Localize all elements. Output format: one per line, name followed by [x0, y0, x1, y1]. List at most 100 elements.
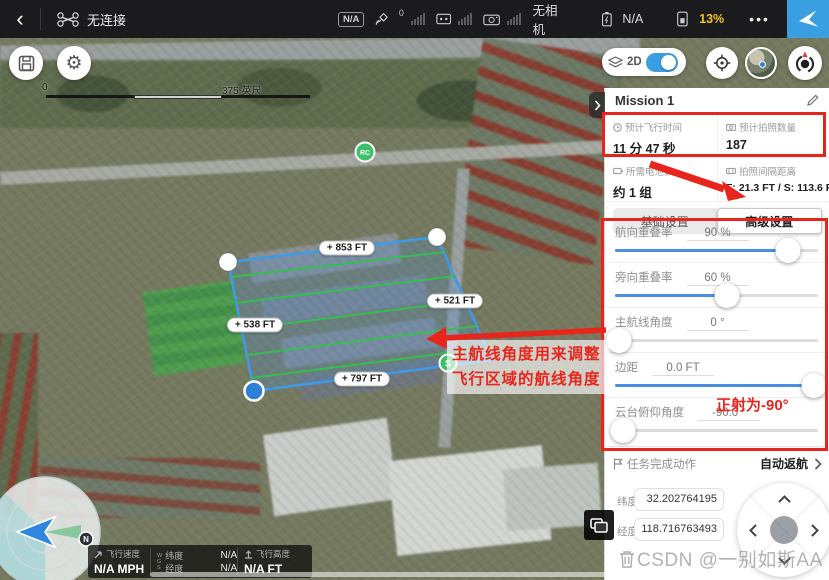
edge-distance-label: + 538 FT — [227, 318, 283, 333]
advanced-settings: 航向重叠率 90 % 旁向重叠率 60 % 主航线角度 0 ° — [605, 218, 829, 443]
slider-knob[interactable] — [607, 328, 632, 353]
flight-mode-badge: N/A — [338, 12, 364, 27]
edge-distance-label: + 853 FT — [319, 241, 375, 256]
slider-row-side-overlap: 旁向重叠率 60 % — [605, 263, 829, 308]
margin-slider[interactable] — [615, 384, 818, 387]
map-layer-switch-button[interactable] — [584, 510, 614, 540]
edge-distance-label: + 797 FT — [334, 372, 390, 387]
photo-count-value: 187 — [726, 138, 822, 152]
compass-icon — [793, 51, 817, 75]
speed-icon — [94, 550, 103, 559]
map-mode-label: 2D — [627, 56, 642, 68]
layers-icon — [608, 56, 623, 69]
latitude-input[interactable]: 32.202764195 — [634, 488, 724, 511]
gimbal-pitch-input[interactable]: -90.0 ° — [698, 407, 760, 421]
clock-icon — [613, 123, 622, 132]
speed-value: N/A MPH — [94, 562, 144, 576]
map-2d-toggle[interactable] — [646, 53, 678, 72]
side-overlap-slider[interactable] — [615, 294, 818, 297]
slider-label: 航向重叠率 — [615, 224, 673, 240]
satellite-count: 0 — [399, 8, 404, 18]
mission-panel: Mission 1 预计飞行时间 11 分 47 秒 — [604, 88, 829, 580]
stat-label: 拍照间隔距离 — [739, 164, 796, 178]
stat-label: 预计飞行时间 — [625, 120, 682, 134]
map-scale-start: 0 — [42, 82, 48, 93]
slider-label: 旁向重叠率 — [615, 269, 673, 285]
slider-label: 边距 — [615, 359, 638, 375]
aircraft-battery-icon — [600, 10, 614, 28]
longitude-input[interactable]: 118.716763493 — [634, 518, 724, 541]
camera-icon — [726, 123, 736, 131]
settings-button[interactable]: ⚙ — [57, 46, 91, 80]
locate-button[interactable] — [706, 47, 738, 79]
route-angle-input[interactable]: 0 ° — [687, 317, 749, 331]
camera-status: 无相机 — [532, 0, 564, 38]
minimap-position-dot — [759, 61, 766, 68]
interval-icon — [726, 167, 736, 175]
minimap[interactable] — [745, 47, 777, 79]
overlapping-frames-icon — [590, 518, 608, 533]
edit-pencil-icon[interactable] — [806, 94, 819, 107]
more-menu-button[interactable]: ••• — [749, 11, 770, 27]
satellite-signal-bars — [411, 13, 425, 25]
telemetry-lat-value: N/A — [221, 550, 238, 561]
camera-signal-bars — [507, 13, 521, 25]
save-icon — [18, 55, 35, 72]
nudge-left-button[interactable] — [749, 524, 757, 537]
slider-knob[interactable] — [611, 418, 636, 443]
rc-signal-bars — [458, 13, 472, 25]
side-overlap-input[interactable]: 60 % — [687, 272, 749, 286]
attitude-compass: N — [0, 476, 101, 580]
back-button[interactable]: ‹ — [0, 6, 40, 32]
battery-icon — [613, 167, 623, 175]
mission-planner-app: 0 375 英尺 ⚙ 2D — [0, 0, 829, 580]
flight-time-value: 11 分 47 秒 — [613, 138, 709, 157]
watermark: CSDN @一别如斯AA — [618, 545, 823, 572]
camera-icon — [483, 12, 500, 27]
drone-icon — [57, 12, 79, 27]
altitude-label: 飞行高度 — [256, 548, 290, 560]
telemetry-lat-label: 纬度 — [165, 549, 183, 562]
nudge-up-button[interactable] — [778, 495, 791, 503]
gimbal-pitch-slider[interactable] — [615, 429, 818, 432]
svg-text:N: N — [83, 535, 89, 544]
altitude-icon — [244, 550, 253, 559]
chevron-right-icon — [594, 100, 601, 111]
slider-knob[interactable] — [714, 283, 739, 308]
nudge-center-button[interactable] — [770, 516, 798, 544]
finish-action-row[interactable]: 任务完成动作 自动返航 — [605, 446, 829, 480]
gear-icon: ⚙ — [65, 54, 82, 73]
battery-count-value: 约 1 组 — [613, 182, 709, 201]
edge-distance-label: + 521 FT — [427, 294, 483, 309]
slider-row-route-angle: 主航线角度 0 ° — [605, 308, 829, 353]
route-angle-slider[interactable] — [615, 339, 818, 342]
margin-input[interactable]: 0.0 FT — [652, 362, 714, 376]
stat-label: 所需电池数 — [626, 164, 674, 178]
satellite-icon — [375, 11, 390, 27]
device-battery-icon — [676, 10, 689, 28]
crosshair-icon — [713, 54, 731, 72]
map-mode-pill: 2D — [602, 48, 686, 76]
device-battery-value: 13% — [699, 12, 724, 26]
aircraft-battery-value: N/A — [622, 12, 643, 26]
status-bar: ‹ 无连接 N/A 0 — [0, 0, 829, 38]
slider-knob[interactable] — [801, 373, 826, 398]
map-scale-bar — [46, 95, 134, 98]
finish-action-value: 自动返航 — [760, 455, 808, 472]
flag-icon — [613, 458, 623, 470]
save-mission-button[interactable] — [9, 46, 43, 80]
wgs-label: WGS — [157, 553, 162, 571]
nudge-right-button[interactable] — [811, 524, 819, 537]
compass-reset-button[interactable] — [788, 46, 822, 80]
panel-collapse-handle[interactable] — [589, 92, 605, 118]
takeoff-button[interactable] — [787, 0, 829, 38]
connection-status: 无连接 — [87, 10, 126, 29]
trash-icon — [618, 549, 636, 569]
home-indicator[interactable] — [150, 572, 680, 577]
course-overlap-input[interactable]: 90 % — [687, 227, 749, 241]
mission-title: Mission 1 — [615, 93, 674, 108]
photo-interval-value: F: 21.3 FT / S: 113.6 FT — [726, 182, 822, 194]
slider-knob[interactable] — [775, 238, 800, 263]
course-overlap-slider[interactable] — [615, 249, 818, 252]
slider-row-gimbal-pitch: 云台俯仰角度 -90.0 ° — [605, 398, 829, 443]
